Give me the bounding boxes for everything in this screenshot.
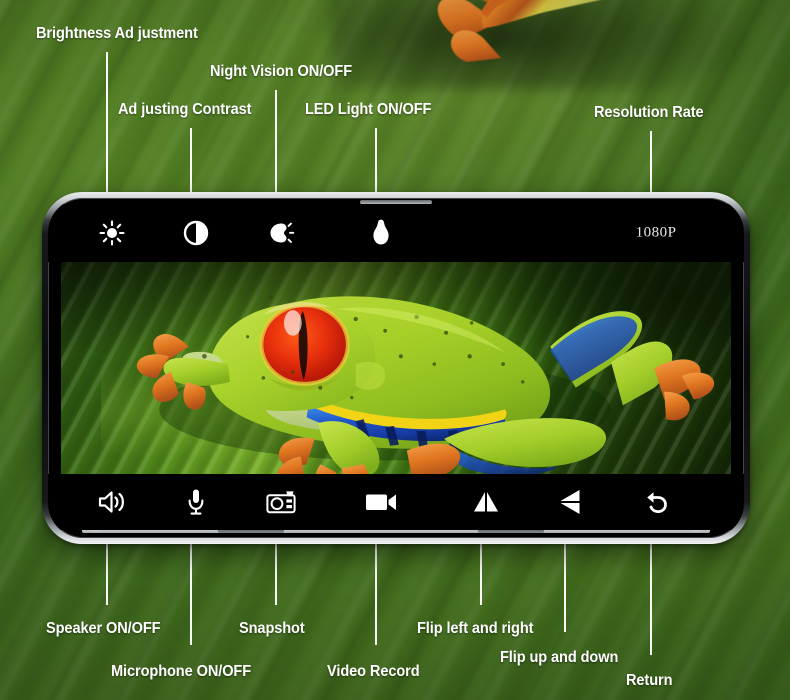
sun-icon [99,220,125,246]
video-record-button[interactable] [361,482,401,522]
night-vision-button[interactable] [261,213,301,253]
callout-snapshot: Snapshot [239,620,305,637]
frog-image [136,295,715,474]
speaker-button[interactable] [92,482,132,522]
device-phone: 1080P [42,192,750,544]
callout-flip-up-down: Flip up and down [500,649,619,666]
flip-up-down-icon [558,487,582,517]
flip-vertical-button[interactable] [550,482,590,522]
callout-resolution-rate: Resolution Rate [594,104,704,121]
contrast-icon [183,220,209,246]
callout-speaker: Speaker ON/OFF [46,620,161,637]
return-button[interactable] [636,482,676,522]
leader-line-microphone [190,540,192,645]
callout-microphone: Microphone ON/OFF [111,663,252,680]
callout-return: Return [626,672,673,689]
return-arrow-icon [643,489,669,515]
leader-line-flip-up-down [564,540,566,632]
callout-night-vision: Night Vision ON/OFF [210,63,353,80]
leader-line-snapshot [275,540,277,605]
leader-line-video-record [375,540,377,645]
brightness-button[interactable] [92,213,132,253]
bottom-toolbar [48,474,744,530]
resolution-label[interactable]: 1080P [636,225,677,242]
video-viewport[interactable] [61,262,731,474]
night-vision-icon [267,220,295,246]
microphone-icon [187,488,205,516]
speaker-icon [97,488,127,516]
screenshot-root: Brightness Ad justment Ad justing Contra… [0,0,790,700]
flip-left-right-icon [471,490,501,514]
leader-line-return [650,540,652,655]
callout-brightness-adjustment: Brightness Ad justment [36,25,198,42]
callout-adjusting-contrast: Ad justing Contrast [118,101,252,118]
leader-line-flip-left-right [480,540,482,605]
video-camera-icon [365,491,397,513]
callout-video-record: Video Record [327,663,420,680]
flip-horizontal-button[interactable] [466,482,506,522]
leader-line-speaker [106,540,108,605]
microphone-button[interactable] [176,482,216,522]
lightbulb-icon [371,219,391,247]
callout-led-light: LED Light ON/OFF [305,101,432,118]
callout-flip-left-right: Flip left and right [417,620,534,637]
camera-icon [266,490,296,514]
led-light-button[interactable] [361,213,401,253]
top-toolbar: 1080P [48,204,744,262]
snapshot-button[interactable] [261,482,301,522]
contrast-button[interactable] [176,213,216,253]
device-bezel: 1080P [48,198,744,538]
